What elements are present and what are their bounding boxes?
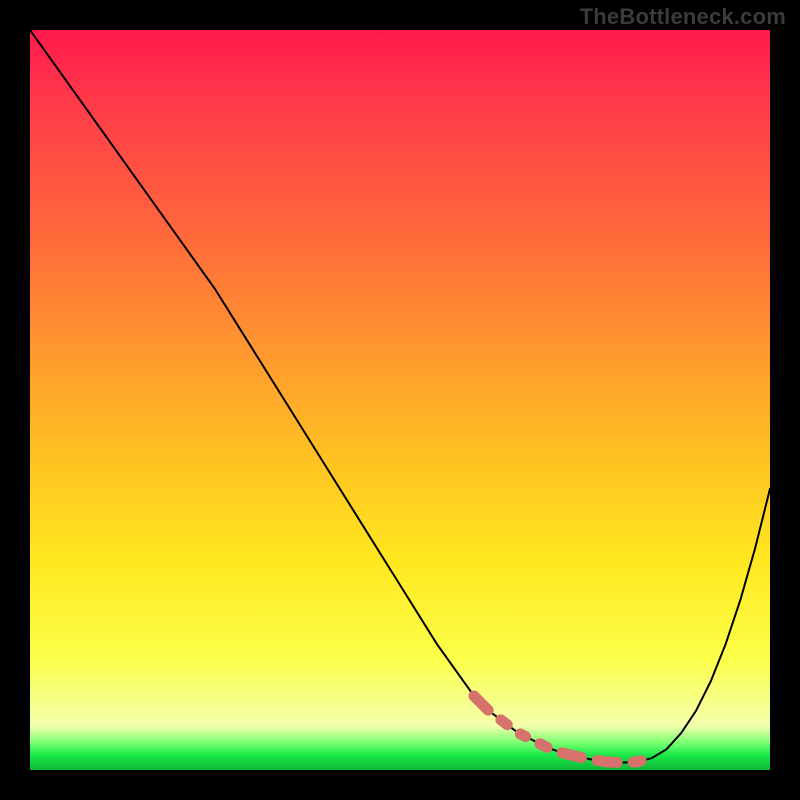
curve-layer [30,30,770,770]
trough-dash-markers [474,696,652,763]
watermark-text: TheBottleneck.com [580,4,786,30]
plot-area [30,30,770,770]
chart-frame: TheBottleneck.com [0,0,800,800]
bottleneck-curve [30,30,770,763]
